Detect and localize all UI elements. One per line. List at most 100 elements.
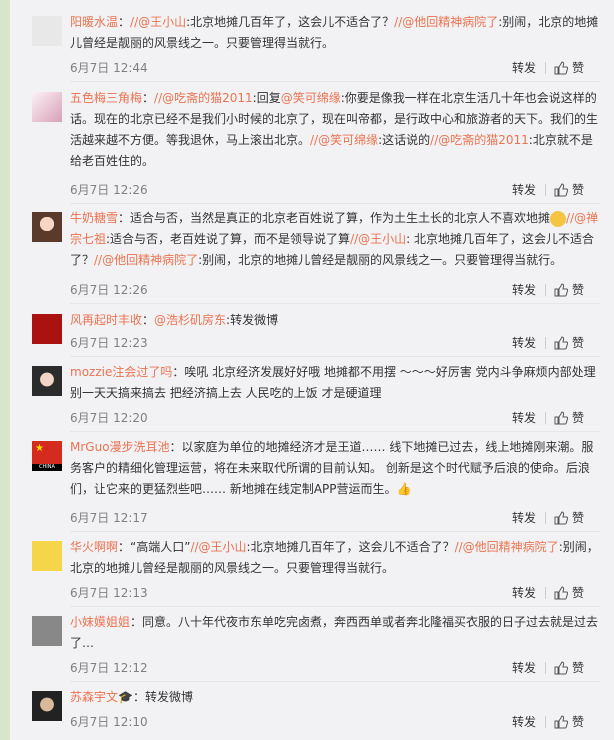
comment-body: 华火啊啊：“高端人口”//@王小山:北京地摊几百年了，这会儿不适合了？//@他回… (70, 537, 600, 579)
comment-meta: 6月7日 12:20 转发 赞 (70, 408, 600, 428)
comment-text: :别闹，北京的地摊儿曾经是靓丽的风景线之一。只要管理得当就行。 (198, 253, 563, 267)
mention-link[interactable]: //@吃斋的猫2011 (430, 133, 529, 147)
mention-link[interactable]: //@王小山 (350, 232, 406, 246)
thumbs-up-icon (554, 715, 568, 729)
comment-text: ：转发微博 (132, 690, 193, 704)
comment-divider (70, 203, 600, 204)
like-button[interactable]: 赞 (554, 658, 584, 678)
forward-button[interactable]: 转发 (512, 508, 536, 528)
flag-star-icon: ★ (35, 443, 44, 454)
comment-username[interactable]: 苏森宇文 (70, 690, 118, 704)
like-label: 赞 (571, 61, 584, 75)
like-label: 赞 (571, 511, 584, 525)
forward-button[interactable]: 转发 (512, 280, 536, 300)
like-label: 赞 (571, 283, 584, 297)
comment-timestamp: 6月7日 12:13 (70, 586, 148, 600)
comment-text: ：适合与否，当然是真正的北京老百姓说了算，作为土生土长的北京人不喜欢地摊 (118, 211, 551, 225)
comment-timestamp: 6月7日 12:26 (70, 183, 148, 197)
comment-timestamp: 6月7日 12:26 (70, 283, 148, 297)
comment-divider (70, 356, 600, 357)
forward-button[interactable]: 转发 (512, 58, 536, 78)
avatar[interactable] (32, 92, 62, 122)
comment-divider (70, 681, 600, 682)
comment-text: :这话说的 (378, 133, 431, 147)
forward-button[interactable]: 转发 (512, 333, 536, 353)
mention-link[interactable]: //@王小山 (190, 540, 246, 554)
comment-username[interactable]: 五色梅三角梅 (70, 91, 142, 105)
comment-text: :转发微博 (226, 313, 279, 327)
thumbs-up-icon (554, 183, 568, 197)
action-separator (545, 337, 546, 349)
thumbs-up-icon (554, 511, 568, 525)
comment-body: 阳暖水温：//@王小山:北京地摊几百年了，这会儿不适合了？//@他回精神病院了:… (70, 12, 600, 54)
comment-text: :适合与否，老百姓说了算，而不是领导说了算 (106, 232, 351, 246)
forward-button[interactable]: 转发 (512, 583, 536, 603)
like-button[interactable]: 赞 (554, 180, 584, 200)
comment-username[interactable]: MrGuo漫步洗耳池 (70, 440, 170, 454)
comment-timestamp: 6月7日 12:44 (70, 61, 148, 75)
avatar[interactable] (32, 16, 62, 46)
action-separator (545, 662, 546, 674)
comment-body: 风再起时丰收：@浩杉矶房东:转发微博 (70, 310, 600, 331)
avatar[interactable] (32, 691, 62, 721)
comment-body: 小妹嫫姐姐：同意。八十年代夜市东单吃完卤煮，奔西西单或者奔北隆福买衣服的日子过去… (70, 612, 600, 654)
comment-divider (70, 303, 600, 304)
mention-link[interactable]: @浩杉矶房东 (154, 313, 226, 327)
thumbs-up-icon (554, 586, 568, 600)
graduation-cap-icon: 🎓 (118, 690, 133, 704)
comment-text: ： (118, 15, 131, 29)
like-button[interactable]: 赞 (554, 280, 584, 300)
smile-icon (550, 210, 567, 227)
comment-username[interactable]: 牛奶糖雪 (70, 211, 118, 225)
comment-text: :北京地摊几百年了，这会儿不适合了？ (246, 540, 455, 554)
mention-link[interactable]: @笑可绵缘 (281, 91, 341, 105)
comment-meta: 6月7日 12:13 转发 赞 (70, 583, 600, 603)
mention-link[interactable]: //@他回精神病院了 (455, 540, 559, 554)
thumbs-up-icon (554, 336, 568, 350)
mention-link[interactable]: //@王小山 (130, 15, 186, 29)
like-button[interactable]: 赞 (554, 333, 584, 353)
forward-button[interactable]: 转发 (512, 658, 536, 678)
like-button[interactable]: 赞 (554, 58, 584, 78)
action-separator (545, 184, 546, 196)
forward-button[interactable]: 转发 (512, 408, 536, 428)
mention-link[interactable]: //@他回精神病院了 (94, 253, 198, 267)
comment-divider (70, 606, 600, 607)
avatar-label: CHINA (32, 464, 62, 471)
mention-link[interactable]: //@吃斋的猫2011 (154, 91, 253, 105)
thumbs-up-icon (554, 661, 568, 675)
comment-username[interactable]: mozzie注会过了吗 (70, 365, 172, 379)
comment-text: ：“高端人口” (118, 540, 191, 554)
like-button[interactable]: 赞 (554, 712, 584, 732)
like-button[interactable]: 赞 (554, 508, 584, 528)
avatar[interactable] (32, 616, 62, 646)
avatar[interactable]: ★ CHINA (32, 441, 62, 471)
like-button[interactable]: 赞 (554, 408, 584, 428)
comment-meta: 6月7日 12:26 转发 赞 (70, 180, 600, 200)
comment-timestamp: 6月7日 12:10 (70, 715, 148, 729)
like-button[interactable]: 赞 (554, 583, 584, 603)
comment-divider (70, 81, 600, 82)
comment-meta: 6月7日 12:26 转发 赞 (70, 280, 600, 300)
comment-list: 阳暖水温：//@王小山:北京地摊几百年了，这会儿不适合了？//@他回精神病院了:… (10, 0, 614, 740)
comment-divider (70, 431, 600, 432)
comment-meta: 6月7日 12:12 转发 赞 (70, 658, 600, 678)
avatar[interactable] (32, 541, 62, 571)
comment-username[interactable]: 小妹嫫姐姐 (70, 615, 130, 629)
comment-username[interactable]: 风再起时丰收 (70, 313, 142, 327)
mention-link[interactable]: //@他回精神病院了 (394, 15, 498, 29)
forward-button[interactable]: 转发 (512, 712, 536, 732)
comment-meta: 6月7日 12:23 转发 赞 (70, 333, 600, 353)
avatar[interactable] (32, 366, 62, 396)
comment-username[interactable]: 华火啊啊 (70, 540, 118, 554)
action-separator (545, 62, 546, 74)
comment-timestamp: 6月7日 12:20 (70, 411, 148, 425)
comment-username[interactable]: 阳暖水温 (70, 15, 118, 29)
comment-text: ： (142, 91, 155, 105)
avatar[interactable] (32, 314, 62, 344)
comment-body: 五色梅三角梅：//@吃斋的猫2011:回复@笑可绵缘:你要是像我一样在北京生活几… (70, 88, 600, 172)
like-label: 赞 (571, 411, 584, 425)
avatar[interactable] (32, 212, 62, 242)
forward-button[interactable]: 转发 (512, 180, 536, 200)
mention-link[interactable]: //@笑可绵缘 (310, 133, 378, 147)
